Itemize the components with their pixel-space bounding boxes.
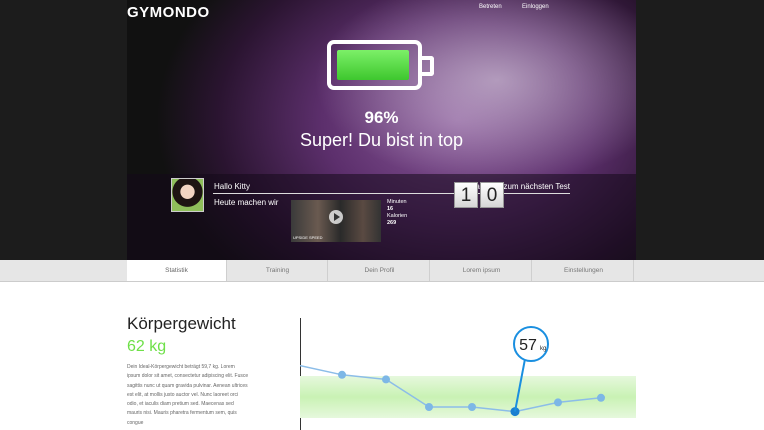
calories-value: 269 bbox=[387, 220, 397, 226]
current-weight: 62 kg bbox=[127, 338, 167, 355]
data-point[interactable] bbox=[338, 370, 346, 379]
data-point[interactable] bbox=[425, 403, 433, 411]
hero-stage: GYMONDO Betreten Einloggen 96% Super! Du… bbox=[127, 0, 636, 260]
tab-dein-profil[interactable]: Dein Profil bbox=[330, 260, 430, 281]
fitness-message: Super! Du bist in top bbox=[299, 130, 464, 150]
avatar[interactable] bbox=[171, 178, 204, 212]
video-caption: UPSIDE SPEED bbox=[293, 235, 323, 240]
tab-bar: Statistik Training Dein Profil Lorem ips… bbox=[0, 260, 764, 282]
play-icon[interactable] bbox=[329, 210, 343, 224]
fitness-percent: 96% bbox=[364, 108, 399, 127]
callout-value: 57 bbox=[519, 337, 537, 354]
battery-icon bbox=[327, 40, 422, 90]
target-band bbox=[300, 376, 636, 418]
tab-training[interactable]: Training bbox=[228, 260, 328, 281]
divider bbox=[213, 193, 570, 194]
tab-einstellungen[interactable]: Einstellungen bbox=[534, 260, 634, 281]
weight-description: Dein Ideal-Körpergewicht beträgt 59,7 kg… bbox=[127, 364, 249, 426]
workout-stats: Minuten 16 Kalorien 269 bbox=[387, 199, 407, 227]
counter-digit: 1 bbox=[454, 182, 478, 208]
tab-lorem-ipsum[interactable]: Lorem ipsum bbox=[432, 260, 532, 281]
callout-unit: kg bbox=[540, 346, 546, 352]
battery-tip bbox=[422, 56, 434, 76]
weight-chart: 57 kg bbox=[300, 326, 636, 418]
calories-label: Kalorien bbox=[387, 213, 408, 219]
nav-link-betreten[interactable]: Betreten bbox=[479, 4, 502, 10]
greeting: Hallo Kitty bbox=[214, 182, 251, 191]
logo[interactable]: GYMONDO bbox=[127, 4, 210, 21]
workout-video-thumbnail[interactable]: UPSIDE SPEED bbox=[291, 200, 381, 242]
minutes-label: Minuten bbox=[387, 199, 407, 205]
today-label: Heute machen wir bbox=[214, 198, 279, 207]
data-point[interactable] bbox=[382, 375, 390, 384]
page-title: Körpergewicht bbox=[127, 314, 236, 333]
data-point[interactable] bbox=[554, 398, 562, 407]
days-counter: 1 0 bbox=[454, 182, 504, 208]
minutes-value: 16 bbox=[387, 206, 394, 212]
battery-level-fill bbox=[337, 50, 409, 80]
info-bar: Hallo Kitty Tage bis zum nächsten Test H… bbox=[127, 174, 636, 260]
hero-section: GYMONDO Betreten Einloggen 96% Super! Du… bbox=[0, 0, 764, 260]
nav-link-einloggen[interactable]: Einloggen bbox=[522, 4, 549, 10]
counter-digit: 0 bbox=[480, 182, 504, 208]
data-point[interactable] bbox=[468, 403, 476, 411]
tab-statistik[interactable]: Statistik bbox=[127, 260, 227, 281]
data-point[interactable] bbox=[597, 393, 605, 402]
